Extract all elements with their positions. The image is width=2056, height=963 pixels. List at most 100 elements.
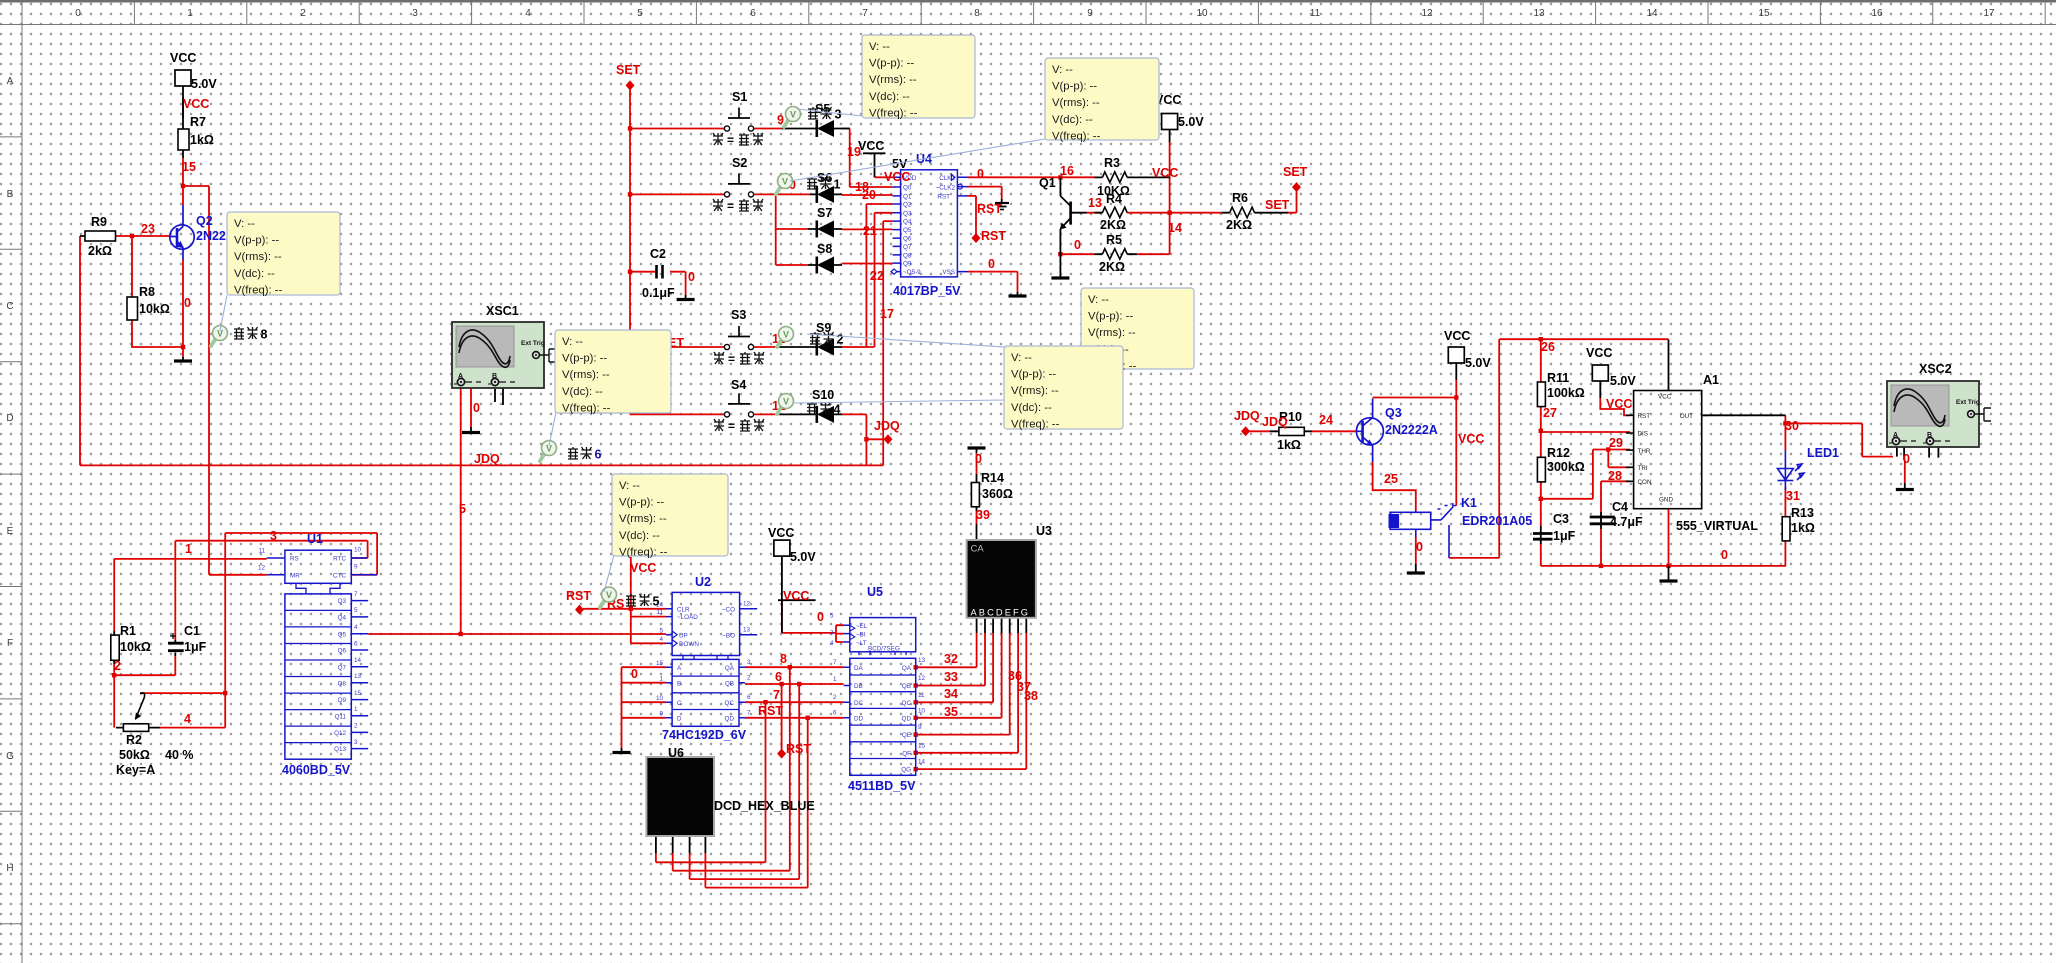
svg-text:40 %: 40 %	[165, 748, 194, 762]
svg-text:Q8: Q8	[903, 253, 912, 260]
svg-text:4017BP_5V: 4017BP_5V	[893, 284, 961, 298]
svg-text:27: 27	[1543, 406, 1557, 420]
svg-text:31: 31	[1786, 489, 1800, 503]
svg-text:S8: S8	[817, 242, 832, 256]
svg-text:RST: RST	[937, 194, 950, 201]
svg-text:33: 33	[944, 670, 958, 684]
svg-text:V(p-p): --: V(p-p): --	[234, 235, 279, 247]
svg-text:CA: CA	[971, 544, 985, 555]
svg-text:2: 2	[300, 8, 306, 19]
svg-text:VCC: VCC	[1606, 397, 1632, 411]
svg-text:10kΩ: 10kΩ	[120, 640, 151, 654]
svg-text:VCC: VCC	[1458, 432, 1484, 446]
svg-text:E: E	[7, 526, 14, 537]
svg-text:360Ω: 360Ω	[982, 487, 1013, 501]
svg-text:U5: U5	[867, 585, 883, 599]
svg-text:QC: QC	[725, 700, 735, 707]
svg-text:V: --: V: --	[562, 336, 583, 348]
svg-text:RTC: RTC	[333, 556, 346, 563]
svg-text:VCC: VCC	[183, 97, 209, 111]
svg-text:Q5: Q5	[903, 227, 912, 234]
svg-text:DIS: DIS	[1638, 431, 1649, 438]
svg-text:5.0V: 5.0V	[1178, 115, 1204, 129]
svg-text:R3: R3	[1104, 156, 1120, 170]
svg-text:VCC: VCC	[768, 526, 794, 540]
svg-text:V(freq): --: V(freq): --	[234, 284, 283, 296]
svg-text:C2: C2	[650, 247, 666, 261]
svg-text:R6: R6	[1232, 191, 1248, 205]
svg-text:7: 7	[354, 591, 358, 598]
svg-text:16: 16	[1871, 8, 1883, 19]
svg-text:C1: C1	[184, 624, 200, 638]
svg-text:Q9: Q9	[903, 261, 912, 268]
svg-text:2: 2	[747, 674, 751, 681]
svg-text:CON: CON	[1638, 479, 1652, 486]
svg-text:VSS: VSS	[942, 269, 955, 276]
svg-text:R5: R5	[1106, 233, 1122, 247]
svg-text:S7: S7	[817, 206, 832, 220]
svg-text:Q5: Q5	[338, 631, 347, 638]
svg-text:C: C	[677, 700, 682, 707]
svg-text:THR: THR	[1638, 448, 1651, 455]
svg-text:RST: RST	[981, 229, 1006, 243]
svg-text:VCC: VCC	[170, 51, 196, 65]
svg-text:R11: R11	[1547, 371, 1569, 385]
svg-text:VCC: VCC	[858, 139, 884, 153]
svg-text:ABCDEFG: ABCDEFG	[971, 608, 1031, 618]
svg-text:G: G	[6, 751, 14, 762]
svg-text:14: 14	[1168, 221, 1182, 235]
svg-text:2: 2	[837, 333, 844, 347]
svg-text:2KΩ: 2KΩ	[1100, 218, 1126, 232]
svg-text:8: 8	[780, 652, 787, 666]
svg-text:QB: QB	[725, 680, 734, 687]
svg-text:RST: RST	[786, 742, 811, 756]
svg-text:15: 15	[1758, 8, 1770, 19]
svg-text:V(dc): --: V(dc): --	[562, 386, 603, 398]
svg-text:0: 0	[631, 667, 638, 681]
svg-text:=: =	[728, 352, 735, 366]
svg-text:Q4: Q4	[338, 615, 347, 622]
svg-text:C4: C4	[1612, 500, 1628, 514]
svg-text:14: 14	[354, 657, 362, 664]
svg-text:5: 5	[354, 607, 358, 614]
svg-text:V(p-p): --: V(p-p): --	[562, 353, 607, 365]
svg-text:V(freq): --: V(freq): --	[562, 402, 611, 414]
svg-text:3: 3	[835, 108, 842, 122]
svg-text:Q9: Q9	[338, 697, 347, 704]
svg-text:2KΩ: 2KΩ	[1226, 218, 1252, 232]
svg-text:V(rms): --: V(rms): --	[562, 369, 610, 381]
svg-text:U3: U3	[1036, 524, 1052, 538]
svg-text:~BI: ~BI	[856, 631, 866, 638]
svg-text:17: 17	[880, 307, 894, 321]
svg-text:JDQ: JDQ	[1234, 409, 1260, 423]
svg-text:CLR: CLR	[677, 606, 690, 613]
svg-text:15: 15	[354, 690, 362, 697]
svg-text:DA: DA	[854, 665, 864, 672]
svg-text:DOWN: DOWN	[679, 641, 699, 648]
svg-text:6: 6	[747, 694, 751, 701]
svg-text:0: 0	[75, 8, 81, 19]
svg-text:39: 39	[976, 508, 990, 522]
svg-text:1: 1	[354, 706, 358, 713]
svg-text:RST: RST	[977, 202, 1002, 216]
svg-text:3: 3	[412, 8, 418, 19]
svg-text:0: 0	[473, 401, 480, 415]
svg-text:V: --: V: --	[619, 480, 640, 492]
svg-text:Q6: Q6	[338, 648, 347, 655]
svg-text:9: 9	[918, 724, 922, 731]
svg-text:EDR201A05: EDR201A05	[1462, 514, 1532, 528]
svg-text:V(rms): --: V(rms): --	[1011, 385, 1059, 397]
svg-text:R4: R4	[1106, 192, 1122, 206]
svg-text:5.0V: 5.0V	[1465, 356, 1491, 370]
svg-text:15: 15	[656, 660, 664, 667]
svg-text:4: 4	[184, 712, 191, 726]
svg-text:25: 25	[1384, 472, 1398, 486]
svg-text:R8: R8	[139, 285, 155, 299]
svg-text:CLK1: CLK1	[939, 175, 955, 182]
svg-text:R7: R7	[190, 115, 206, 129]
svg-text:Q1: Q1	[1039, 176, 1056, 190]
svg-text:V(rms): --: V(rms): --	[619, 513, 667, 525]
svg-text:4: 4	[659, 636, 663, 643]
svg-text:7: 7	[833, 659, 837, 666]
svg-text:JDQ: JDQ	[474, 452, 500, 466]
